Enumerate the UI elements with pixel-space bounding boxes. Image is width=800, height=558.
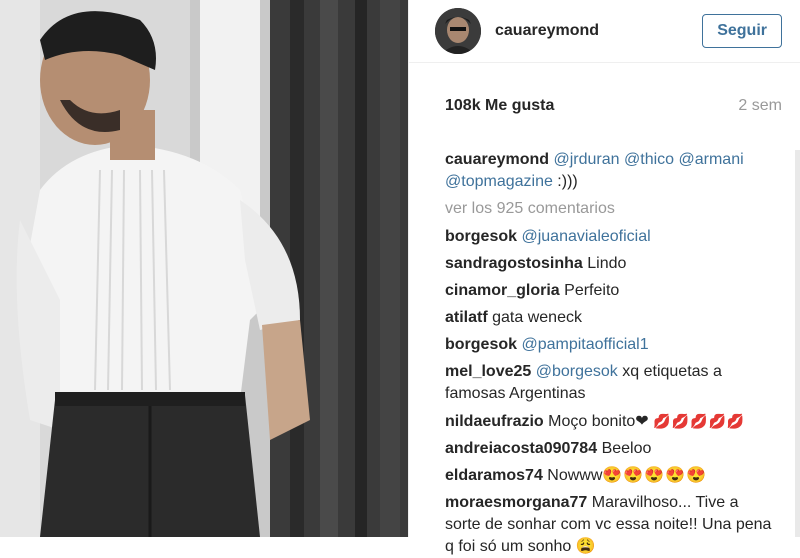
post-username[interactable]: cauareymond: [495, 22, 702, 40]
post-meta: 108k Me gusta 2 sem: [409, 63, 800, 149]
mention-link[interactable]: @armani: [679, 151, 744, 168]
comment-username[interactable]: cinamor_gloria: [445, 282, 560, 299]
comment-username[interactable]: borgesok: [445, 228, 517, 245]
comment-item: mel_love25 @borgesok xq etiquetas a famo…: [445, 361, 778, 405]
comment-username[interactable]: moraesmorgana77: [445, 494, 587, 511]
comment-username[interactable]: atilatf: [445, 309, 488, 326]
comment-text: Beeloo: [601, 440, 652, 457]
comment-item: cinamor_gloria Perfeito: [445, 280, 778, 302]
instagram-post: cauareymond Seguir 108k Me gusta 2 sem c…: [0, 0, 800, 555]
comments-list: cauareymond @jrduran @thico @armani @top…: [409, 149, 800, 558]
scrollbar[interactable]: [795, 150, 800, 537]
comment-item: atilatf gata weneck: [445, 307, 778, 329]
comment-text: gata weneck: [492, 309, 582, 326]
comment-username[interactable]: sandragostosinha: [445, 255, 583, 272]
weary-face-emoji: 😩: [575, 538, 597, 555]
comment-username[interactable]: eldaramos74: [445, 467, 543, 484]
mention-link[interactable]: @jrduran: [554, 151, 620, 168]
mention-link[interactable]: @juanavialeoficial: [521, 228, 650, 245]
heart-eyes-emoji: 😍😍😍😍😍: [602, 467, 708, 484]
mention-link[interactable]: @pampitaofficial1: [521, 336, 648, 353]
kiss-emoji: 💋💋💋💋💋: [653, 413, 746, 429]
comment-text: Lindo: [587, 255, 627, 272]
comment-item: eldaramos74 Nowww😍😍😍😍😍: [445, 465, 778, 487]
comment-item: sandragostosinha Lindo: [445, 253, 778, 275]
comment-username[interactable]: mel_love25: [445, 363, 531, 380]
mention-link[interactable]: @borgesok: [536, 363, 618, 380]
avatar-image: [435, 8, 481, 54]
avatar[interactable]: [435, 8, 481, 54]
follow-button[interactable]: Seguir: [702, 14, 782, 48]
comment-text: Nowww: [547, 467, 603, 484]
comment-item: borgesok @juanavialeoficial: [445, 226, 778, 248]
caption-username[interactable]: cauareymond: [445, 151, 549, 168]
comment-item: nildaeufrazio Moço bonito❤ 💋💋💋💋💋: [445, 410, 778, 433]
view-all-comments-link[interactable]: ver los 925 comentarios: [445, 198, 778, 220]
mention-link[interactable]: @topmagazine: [445, 173, 553, 190]
post-age[interactable]: 2 sem: [738, 97, 782, 115]
post-sidebar: cauareymond Seguir 108k Me gusta 2 sem c…: [408, 0, 800, 555]
comment-username[interactable]: andreiacosta090784: [445, 440, 597, 457]
comment-username[interactable]: nildaeufrazio: [445, 413, 544, 430]
mention-link[interactable]: @thico: [624, 151, 674, 168]
likes-count[interactable]: 108k Me gusta: [445, 97, 554, 115]
post-photo[interactable]: [0, 0, 408, 537]
comment-item: andreiacosta090784 Beeloo: [445, 438, 778, 460]
comment-text: Moço bonito❤: [548, 413, 649, 430]
comment-item: moraesmorgana77 Maravilhoso... Tive a so…: [445, 492, 778, 558]
comment-text: Perfeito: [564, 282, 620, 299]
caption-text: :))): [552, 173, 578, 190]
comment-item: borgesok @pampitaofficial1: [445, 334, 778, 356]
post-image: [0, 0, 408, 537]
comment-username[interactable]: borgesok: [445, 336, 517, 353]
post-header: cauareymond Seguir: [409, 0, 800, 63]
caption: cauareymond @jrduran @thico @armani @top…: [445, 149, 778, 193]
